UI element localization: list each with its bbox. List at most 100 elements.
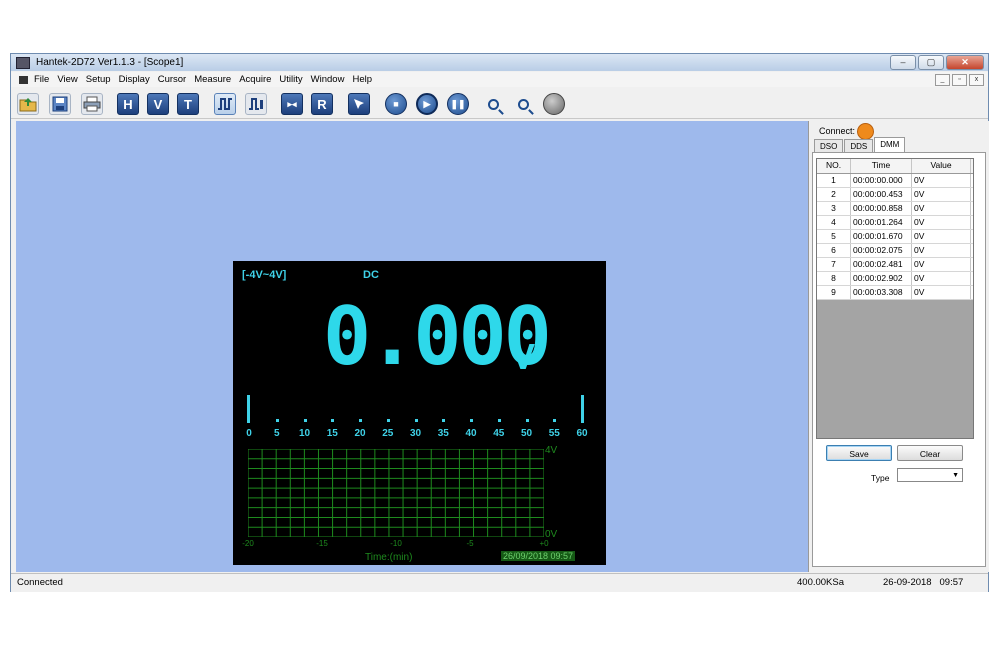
- connect-status-led: [857, 123, 874, 140]
- readings-table[interactable]: NO. Time Value 1 00:00:00.000 0V 2 00:00:00.…: [816, 158, 974, 439]
- zoom-out-icon[interactable]: [512, 93, 534, 115]
- cell-time: 00:00:02.902: [851, 272, 912, 285]
- range-label: [-4V~4V]: [242, 269, 287, 281]
- menu-cursor[interactable]: Cursor: [158, 74, 187, 85]
- cell-value: 0V: [912, 286, 971, 299]
- auto-set-icon[interactable]: ▸◂: [281, 93, 303, 115]
- save-button[interactable]: Save: [826, 445, 892, 461]
- cell-time: 00:00:01.264: [851, 216, 912, 229]
- pulse-icon[interactable]: [214, 93, 236, 115]
- mode-tabs: DSO DDS DMM: [814, 137, 906, 153]
- reading-unit: V: [511, 336, 536, 377]
- table-row[interactable]: 6 00:00:02.075 0V: [817, 244, 973, 258]
- reference-icon[interactable]: R: [311, 93, 333, 115]
- bargraph-tick: [442, 419, 446, 422]
- app-icon: [16, 56, 30, 69]
- bargraph-tick-label: 5: [273, 428, 280, 439]
- cell-no: 2: [817, 188, 851, 201]
- status-bar: Connected 400.00KSa 26-09-2018 09:57: [11, 573, 988, 592]
- cell-time: 00:00:02.075: [851, 244, 912, 257]
- cell-value: 0V: [912, 202, 971, 215]
- menu-acquire[interactable]: Acquire: [239, 74, 271, 85]
- header-time[interactable]: Time: [851, 159, 912, 173]
- open-folder-icon[interactable]: [17, 93, 39, 115]
- menu-setup[interactable]: Setup: [86, 74, 111, 85]
- cell-no: 5: [817, 230, 851, 243]
- vertical-icon[interactable]: V: [147, 93, 169, 115]
- connection-status: Connected: [17, 577, 63, 588]
- cell-value: 0V: [912, 272, 971, 285]
- print-icon[interactable]: [81, 93, 103, 115]
- mdi-restore-button[interactable]: ▫: [952, 74, 967, 86]
- menu-measure[interactable]: Measure: [194, 74, 231, 85]
- clear-button[interactable]: Clear: [897, 445, 963, 461]
- trigger-icon[interactable]: T: [177, 93, 199, 115]
- table-row[interactable]: 4 00:00:01.264 0V: [817, 216, 973, 230]
- horizontal-icon[interactable]: H: [117, 93, 139, 115]
- bargraph-tick: [386, 419, 390, 422]
- zoom-in-icon[interactable]: [482, 93, 504, 115]
- mdi-close-button[interactable]: x: [969, 74, 984, 86]
- header-value[interactable]: Value: [912, 159, 971, 173]
- chevron-down-icon[interactable]: ▼: [952, 472, 959, 479]
- close-button[interactable]: ✕: [946, 55, 984, 70]
- time-axis-label: Time:(min): [365, 552, 413, 563]
- header-no[interactable]: NO.: [817, 159, 851, 173]
- cell-no: 1: [817, 174, 851, 187]
- pulse-stack-icon[interactable]: [245, 93, 267, 115]
- run-icon[interactable]: ▶: [416, 93, 438, 115]
- title-bar: Hantek-2D72 Ver1.1.3 - [Scope1] ‒ ▢ ✕: [11, 54, 988, 71]
- menu-display[interactable]: Display: [119, 74, 150, 85]
- table-row[interactable]: 7 00:00:02.481 0V: [817, 258, 973, 272]
- tab-dds[interactable]: DDS: [844, 139, 874, 153]
- table-row[interactable]: 8 00:00:02.902 0V: [817, 272, 973, 286]
- menu-help[interactable]: Help: [352, 74, 372, 85]
- trend-x-tick-label: -10: [390, 539, 402, 548]
- menu-view[interactable]: View: [57, 74, 77, 85]
- menu-file[interactable]: File: [34, 74, 49, 85]
- clear-icon[interactable]: [543, 93, 565, 115]
- type-select[interactable]: ▼: [897, 468, 963, 482]
- cell-no: 3: [817, 202, 851, 215]
- bargraph-tick-label: 10: [298, 428, 311, 439]
- table-row[interactable]: 2 00:00:00.453 0V: [817, 188, 973, 202]
- cell-time: 00:00:00.858: [851, 202, 912, 215]
- save-disk-icon[interactable]: [49, 93, 71, 115]
- bargraph-tick-label: 30: [409, 428, 422, 439]
- cell-no: 9: [817, 286, 851, 299]
- table-row[interactable]: 3 00:00:00.858 0V: [817, 202, 973, 216]
- dmm-tab-body: NO. Time Value 1 00:00:00.000 0V 2 00:00:00.…: [812, 152, 986, 567]
- bargraph-tick-label: 35: [437, 428, 449, 439]
- scope-canvas: [-4V~4V] DC 0.000 V 0 5 10 15 20 25 30 35 40 45 50…: [16, 121, 808, 572]
- cell-no: 4: [817, 216, 851, 229]
- document-icon[interactable]: [19, 75, 28, 84]
- menu-window[interactable]: Window: [311, 74, 345, 85]
- menu-utility[interactable]: Utility: [279, 74, 302, 85]
- table-row[interactable]: 1 00:00:00.000 0V: [817, 174, 973, 188]
- bargraph-tick: [275, 419, 279, 422]
- cursor-icon[interactable]: [348, 93, 370, 115]
- window-title: Hantek-2D72 Ver1.1.3 - [Scope1]: [36, 57, 184, 68]
- cell-value: 0V: [912, 230, 971, 243]
- tab-dso[interactable]: DSO: [814, 139, 844, 153]
- bargraph-right-end: [581, 395, 584, 423]
- cell-value: 0V: [912, 174, 971, 187]
- cell-value: 0V: [912, 244, 971, 257]
- table-row[interactable]: 5 00:00:01.670 0V: [817, 230, 973, 244]
- cell-value: 0V: [912, 188, 971, 201]
- maximize-button[interactable]: ▢: [918, 55, 944, 70]
- pause-icon[interactable]: ❚❚: [447, 93, 469, 115]
- bargraph-tick: [525, 419, 529, 422]
- bargraph-tick-label: 20: [354, 428, 366, 439]
- sample-rate: 400.00KSa: [797, 577, 845, 588]
- trend-x-tick-label: -15: [316, 539, 328, 548]
- menu-bar: File View Setup Display Cursor Measure A…: [11, 72, 988, 87]
- mdi-minimize-button[interactable]: _: [935, 74, 950, 86]
- table-row[interactable]: 9 00:00:03.308 0V: [817, 286, 973, 300]
- trend-x-tick-label: +0: [539, 539, 549, 548]
- bargraph-tick: [303, 419, 307, 422]
- minimize-button[interactable]: ‒: [890, 55, 916, 70]
- tab-dmm[interactable]: DMM: [874, 137, 906, 153]
- stop-icon[interactable]: ■: [385, 93, 407, 115]
- bargraph-tick: [470, 419, 473, 422]
